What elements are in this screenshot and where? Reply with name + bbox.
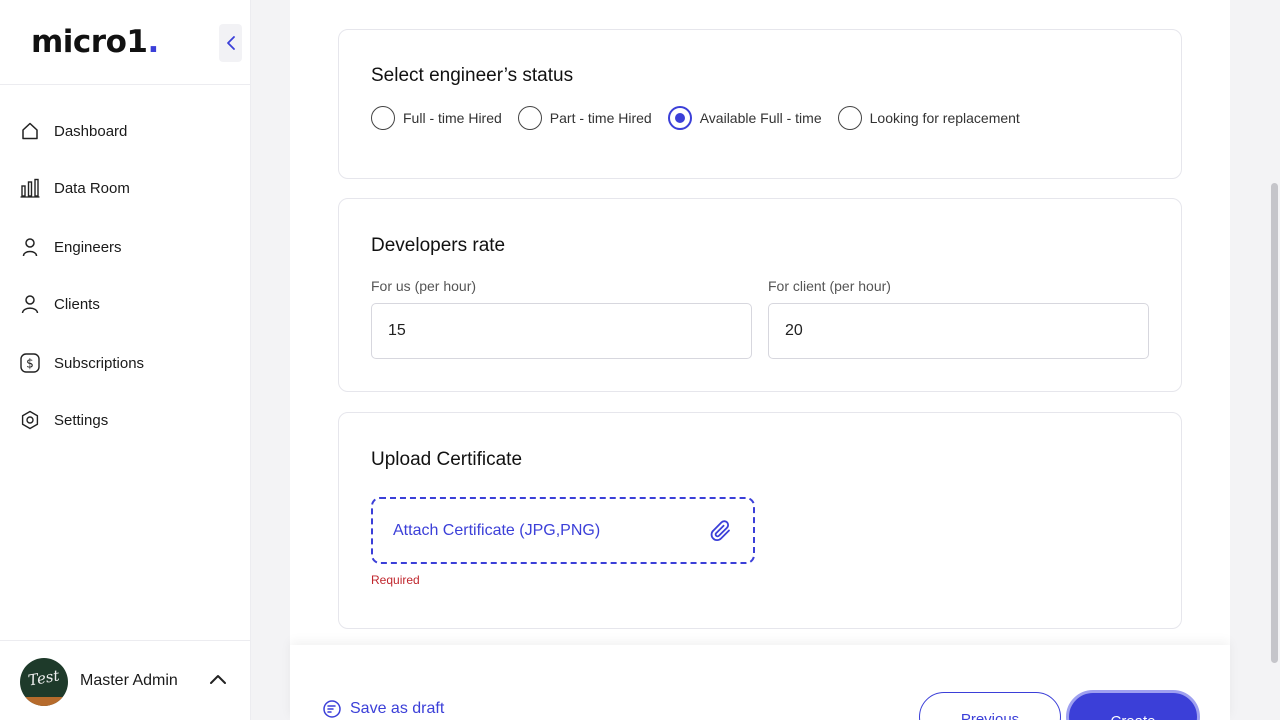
dollar-icon: $ bbox=[20, 353, 40, 373]
for-us-rate-input[interactable] bbox=[371, 303, 752, 359]
radio-circle[interactable] bbox=[667, 106, 692, 130]
sidebar-item-label: Subscriptions bbox=[54, 354, 145, 372]
sidebar-item-dashboard[interactable]: Dashboard bbox=[20, 121, 127, 141]
user-menu[interactable]: Test Master Admin bbox=[0, 640, 250, 720]
radio-label: Looking for replacement bbox=[869, 110, 1020, 126]
main-content: Select engineer’s status Full - time Hir… bbox=[290, 0, 1230, 720]
status-radio-group: Full - time Hired Part - time Hired Avai… bbox=[371, 106, 1036, 130]
draft-label: Save as draft bbox=[350, 700, 445, 717]
required-error: Required bbox=[371, 573, 420, 587]
upload-title: Upload Certificate bbox=[371, 449, 523, 470]
for-client-rate-input[interactable] bbox=[768, 303, 1149, 359]
attach-label: Attach Certificate (JPG,PNG) bbox=[393, 521, 601, 539]
sidebar-item-label: Clients bbox=[54, 295, 100, 313]
form-footer: Save as draft Previous Create bbox=[290, 645, 1230, 720]
radio-available-full-time[interactable]: Available Full - time bbox=[667, 106, 822, 130]
radio-looking-for-replacement[interactable]: Looking for replacement bbox=[837, 106, 1020, 130]
avatar: Test bbox=[20, 658, 68, 706]
scroll-thumb[interactable] bbox=[1271, 183, 1278, 663]
user-name: Master Admin bbox=[80, 672, 178, 689]
radio-label: Available Full - time bbox=[699, 110, 822, 126]
rate-card: Developers rate For us (per hour) For cl… bbox=[338, 198, 1182, 392]
radio-label: Part - time Hired bbox=[549, 110, 652, 126]
gear-icon bbox=[21, 410, 39, 430]
status-card: Select engineer’s status Full - time Hir… bbox=[338, 29, 1182, 179]
for-us-label: For us (per hour) bbox=[371, 278, 477, 294]
sidebar-item-label: Data Room bbox=[54, 179, 130, 197]
user-icon bbox=[21, 295, 39, 314]
radio-part-time-hired[interactable]: Part - time Hired bbox=[517, 106, 652, 130]
logo-row: micro1. bbox=[0, 0, 250, 85]
person-icon bbox=[22, 238, 38, 257]
scrollbar[interactable] bbox=[1269, 0, 1280, 720]
sidebar-item-label: Dashboard bbox=[54, 122, 128, 140]
radio-circle[interactable] bbox=[517, 106, 542, 130]
sidebar-item-data-room[interactable]: Data Room bbox=[20, 178, 130, 198]
create-button[interactable]: Create bbox=[1066, 690, 1200, 720]
bar-chart-icon bbox=[20, 178, 40, 198]
radio-circle[interactable] bbox=[837, 106, 862, 130]
sidebar-item-label: Engineers bbox=[54, 238, 122, 256]
paperclip-icon bbox=[710, 519, 730, 541]
radio-circle[interactable] bbox=[371, 106, 395, 130]
draft-icon bbox=[323, 700, 341, 718]
svg-text:$: $ bbox=[26, 357, 34, 371]
chevron-up-icon[interactable] bbox=[208, 672, 228, 686]
rate-title: Developers rate bbox=[371, 235, 506, 256]
sidebar-item-label: Settings bbox=[54, 411, 109, 429]
sidebar-item-engineers[interactable]: Engineers bbox=[20, 237, 122, 257]
radio-full-time-hired[interactable]: Full - time Hired bbox=[371, 106, 502, 130]
home-icon bbox=[22, 122, 38, 140]
previous-button[interactable]: Previous bbox=[919, 692, 1061, 720]
radio-label: Full - time Hired bbox=[403, 110, 502, 126]
sidebar: micro1. Dashboard Data Room Engineers Cl… bbox=[0, 0, 251, 720]
sidebar-item-settings[interactable]: Settings bbox=[20, 410, 108, 430]
collapse-sidebar-button[interactable] bbox=[219, 24, 242, 62]
upload-card: Upload Certificate Attach Certificate (J… bbox=[338, 412, 1182, 629]
save-as-draft-button[interactable]: Save as draft bbox=[322, 699, 444, 719]
logo[interactable]: micro1. bbox=[31, 24, 159, 60]
attach-certificate-dropzone[interactable]: Attach Certificate (JPG,PNG) bbox=[371, 497, 755, 564]
sidebar-item-clients[interactable]: Clients bbox=[20, 294, 100, 314]
status-title: Select engineer’s status bbox=[371, 65, 574, 86]
chevron-left-icon bbox=[226, 36, 235, 50]
for-client-label: For client (per hour) bbox=[768, 278, 891, 294]
sidebar-item-subscriptions[interactable]: $ Subscriptions bbox=[20, 353, 144, 373]
